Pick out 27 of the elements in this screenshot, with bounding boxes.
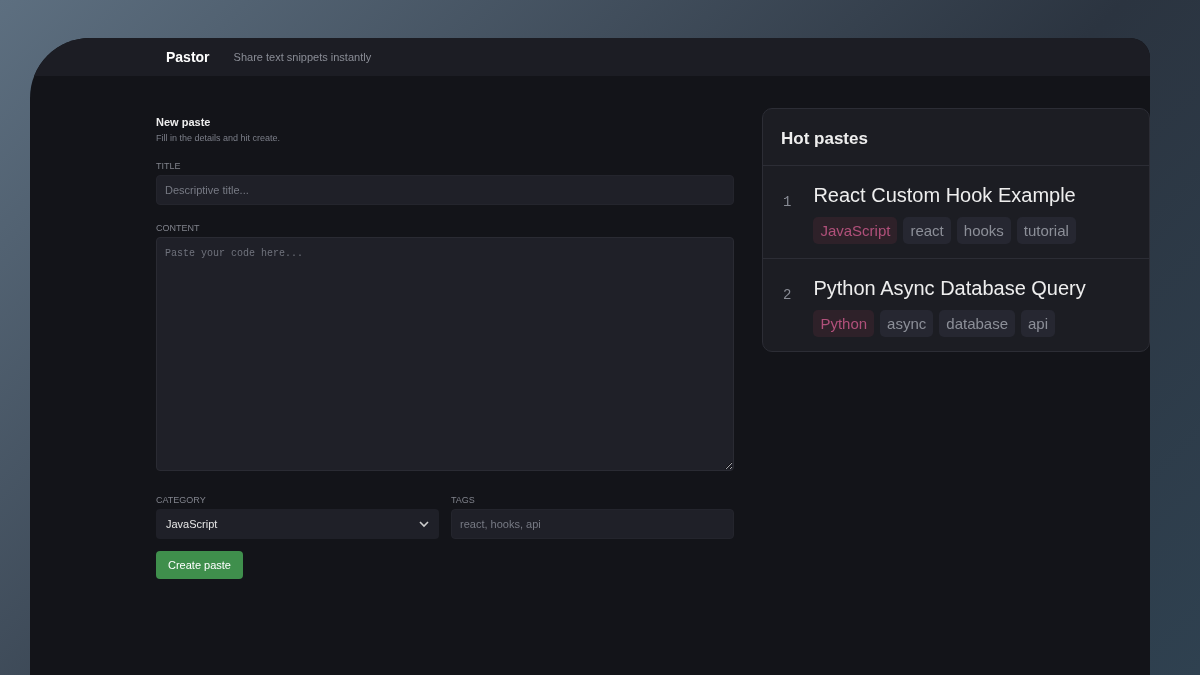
tag-chip[interactable]: JavaScript (813, 217, 898, 244)
field-label: CONTENT (156, 223, 201, 233)
paste-title[interactable]: Python Async Database Query (813, 277, 1086, 300)
chevron-down-icon (419, 520, 429, 528)
form-title: New paste (156, 116, 212, 128)
tag-chip[interactable]: async (880, 310, 934, 337)
tags-field[interactable]: react, hooks, api (451, 509, 734, 539)
create-button[interactable]: Create paste (156, 551, 243, 579)
field-label: TITLE (156, 161, 182, 171)
form-subtitle: Fill in the details and hit create. (156, 133, 282, 143)
rank-number: 1 (783, 193, 792, 212)
title-field[interactable]: Descriptive title... (156, 175, 734, 205)
rank-number: 2 (783, 286, 792, 305)
field-label: CATEGORY (156, 495, 207, 505)
tagline: Share text snippets instantly (233, 51, 372, 63)
category-select[interactable]: JavaScript (156, 509, 439, 539)
card-title: Hot pastes (763, 109, 1149, 166)
tag-chip[interactable]: tutorial (1016, 217, 1076, 244)
tag-chip[interactable]: api (1021, 310, 1056, 337)
paste-title[interactable]: React Custom Hook Example (813, 184, 1076, 207)
tag-chip[interactable]: react (903, 217, 951, 244)
tag-chip[interactable]: hooks (956, 217, 1011, 244)
brand-name[interactable]: Pastor (166, 49, 210, 65)
tag-chip[interactable]: Python (813, 310, 875, 337)
field-label: TAGS (451, 495, 476, 505)
content-field[interactable]: Paste your code here... (156, 237, 734, 471)
tag-chip[interactable]: database (939, 310, 1016, 337)
